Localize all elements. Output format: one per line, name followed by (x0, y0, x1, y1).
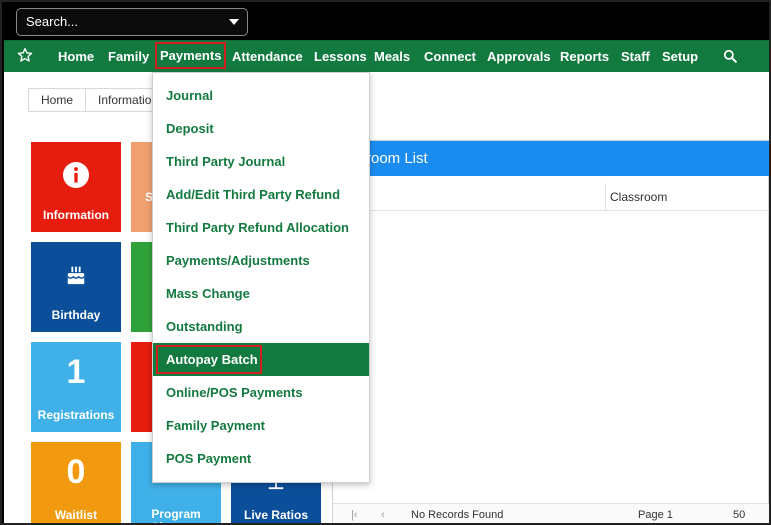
tile-label: Registrations (37, 408, 115, 422)
chevron-down-icon[interactable] (229, 19, 239, 25)
breadcrumb: Home Informatio (28, 88, 165, 112)
menu-autopay-batch[interactable]: Autopay Batch (153, 343, 369, 376)
classroom-list-panel: ssroom List r Classroom |‹ ‹ No Records … (332, 140, 769, 523)
tile-label: Information (43, 208, 109, 222)
nav-payments[interactable]: Payments (155, 42, 227, 69)
tile-label: Live Ratios (243, 508, 309, 522)
tile-partial-green[interactable] (131, 242, 154, 332)
nav-family[interactable]: Family (108, 41, 149, 72)
main-content: Home Informatio Information S Birthday 1… (4, 72, 769, 524)
nav-meals[interactable]: Meals (374, 41, 410, 72)
nav-connect[interactable]: Connect (424, 41, 476, 72)
menu-deposit[interactable]: Deposit (153, 112, 369, 145)
menu-outstanding[interactable]: Outstanding (153, 310, 369, 343)
panel-title: ssroom List (333, 141, 769, 176)
menu-journal[interactable]: Journal (153, 79, 369, 112)
column-header-classroom[interactable]: Classroom (610, 190, 667, 204)
nav-approvals[interactable]: Approvals (487, 41, 551, 72)
tile-count: 0 (66, 453, 86, 491)
breadcrumb-home[interactable]: Home (29, 89, 85, 111)
highlight-box (156, 345, 262, 374)
first-page-icon[interactable]: |‹ (351, 509, 358, 521)
tile-label: Waitlist (54, 508, 98, 522)
tile-waitlist[interactable]: 0 Waitlist (31, 442, 121, 523)
nav-lessons[interactable]: Lessons (314, 41, 367, 72)
tile-partial[interactable]: S (131, 142, 154, 232)
tile-count: 1 (66, 353, 86, 391)
nav-staff[interactable]: Staff (621, 41, 650, 72)
tile-label: Program Changes (151, 507, 202, 524)
cake-icon (67, 266, 85, 285)
menu-third-party-refund[interactable]: Add/Edit Third Party Refund (153, 178, 369, 211)
tile-registrations[interactable]: 1 Registrations (31, 342, 121, 432)
menu-pos-payment[interactable]: POS Payment (153, 442, 369, 475)
prev-page-icon[interactable]: ‹ (381, 509, 385, 521)
pager: |‹ ‹ No Records Found Page 1 50 (333, 503, 769, 523)
payments-dropdown: Journal Deposit Third Party Journal Add/… (152, 72, 370, 483)
menu-third-party-journal[interactable]: Third Party Journal (153, 145, 369, 178)
menu-online-pos-payments[interactable]: Online/POS Payments (153, 376, 369, 409)
search-placeholder: Search... (26, 14, 79, 29)
nav-attendance[interactable]: Attendance (232, 41, 303, 72)
menu-payments-adjustments[interactable]: Payments/Adjustments (153, 244, 369, 277)
nav-reports[interactable]: Reports (560, 41, 609, 72)
column-divider (605, 183, 606, 211)
search-icon[interactable] (723, 49, 737, 63)
info-icon (63, 162, 89, 188)
main-nav: Home Family Payments Attendance Lessons … (4, 40, 769, 72)
tile-birthday[interactable]: Birthday (31, 242, 121, 332)
menu-refund-allocation[interactable]: Third Party Refund Allocation (153, 211, 369, 244)
search-input[interactable]: Search... (16, 8, 248, 36)
star-icon[interactable] (17, 47, 33, 63)
page-indicator[interactable]: Page 1 (638, 509, 673, 521)
tile-partial-red[interactable] (131, 342, 154, 432)
page-size[interactable]: 50 (733, 509, 745, 521)
menu-family-payment[interactable]: Family Payment (153, 409, 369, 442)
top-bar: Search... (4, 4, 769, 40)
nav-setup[interactable]: Setup (662, 41, 698, 72)
app-window: Search... Home Family Payments Attendanc… (0, 0, 771, 525)
menu-mass-change[interactable]: Mass Change (153, 277, 369, 310)
nav-home[interactable]: Home (58, 41, 94, 72)
records-status: No Records Found (411, 509, 504, 521)
table-header: r Classroom (333, 183, 769, 211)
tile-information[interactable]: Information (31, 142, 121, 232)
tile-label: Birthday (51, 308, 101, 322)
